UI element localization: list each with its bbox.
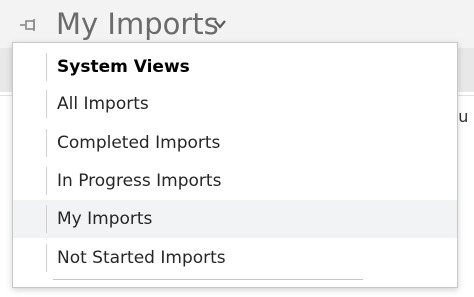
view-selector-dropdown: System Views All Imports Completed Impor…: [12, 42, 458, 288]
separator: [46, 90, 47, 118]
section-heading-system-views: System Views: [13, 48, 457, 86]
view-option-label: In Progress Imports: [57, 171, 222, 191]
chevron-down-icon[interactable]: [213, 16, 227, 30]
view-selector-title[interactable]: My Imports: [56, 6, 219, 42]
separator: [46, 129, 47, 157]
section-heading-label: System Views: [57, 57, 190, 77]
view-option-label: My Imports: [57, 209, 153, 229]
separator: [46, 53, 47, 81]
view-option-label: Not Started Imports: [57, 248, 226, 268]
divider: [53, 279, 363, 280]
separator: [46, 244, 47, 272]
view-option-all-imports[interactable]: All Imports: [13, 85, 457, 123]
pin-icon[interactable]: [18, 14, 40, 36]
view-option-in-progress-imports[interactable]: In Progress Imports: [13, 162, 457, 200]
view-option-my-imports[interactable]: My Imports: [13, 200, 457, 238]
view-header: My Imports: [0, 0, 474, 48]
view-option-not-started-imports[interactable]: Not Started Imports: [13, 239, 457, 277]
view-option-label: Completed Imports: [57, 133, 221, 153]
view-option-label: All Imports: [57, 94, 149, 114]
separator: [46, 167, 47, 195]
view-option-completed-imports[interactable]: Completed Imports: [13, 124, 457, 162]
separator: [46, 205, 47, 233]
app-window: My Imports tu System Views All Imports C…: [0, 0, 474, 297]
